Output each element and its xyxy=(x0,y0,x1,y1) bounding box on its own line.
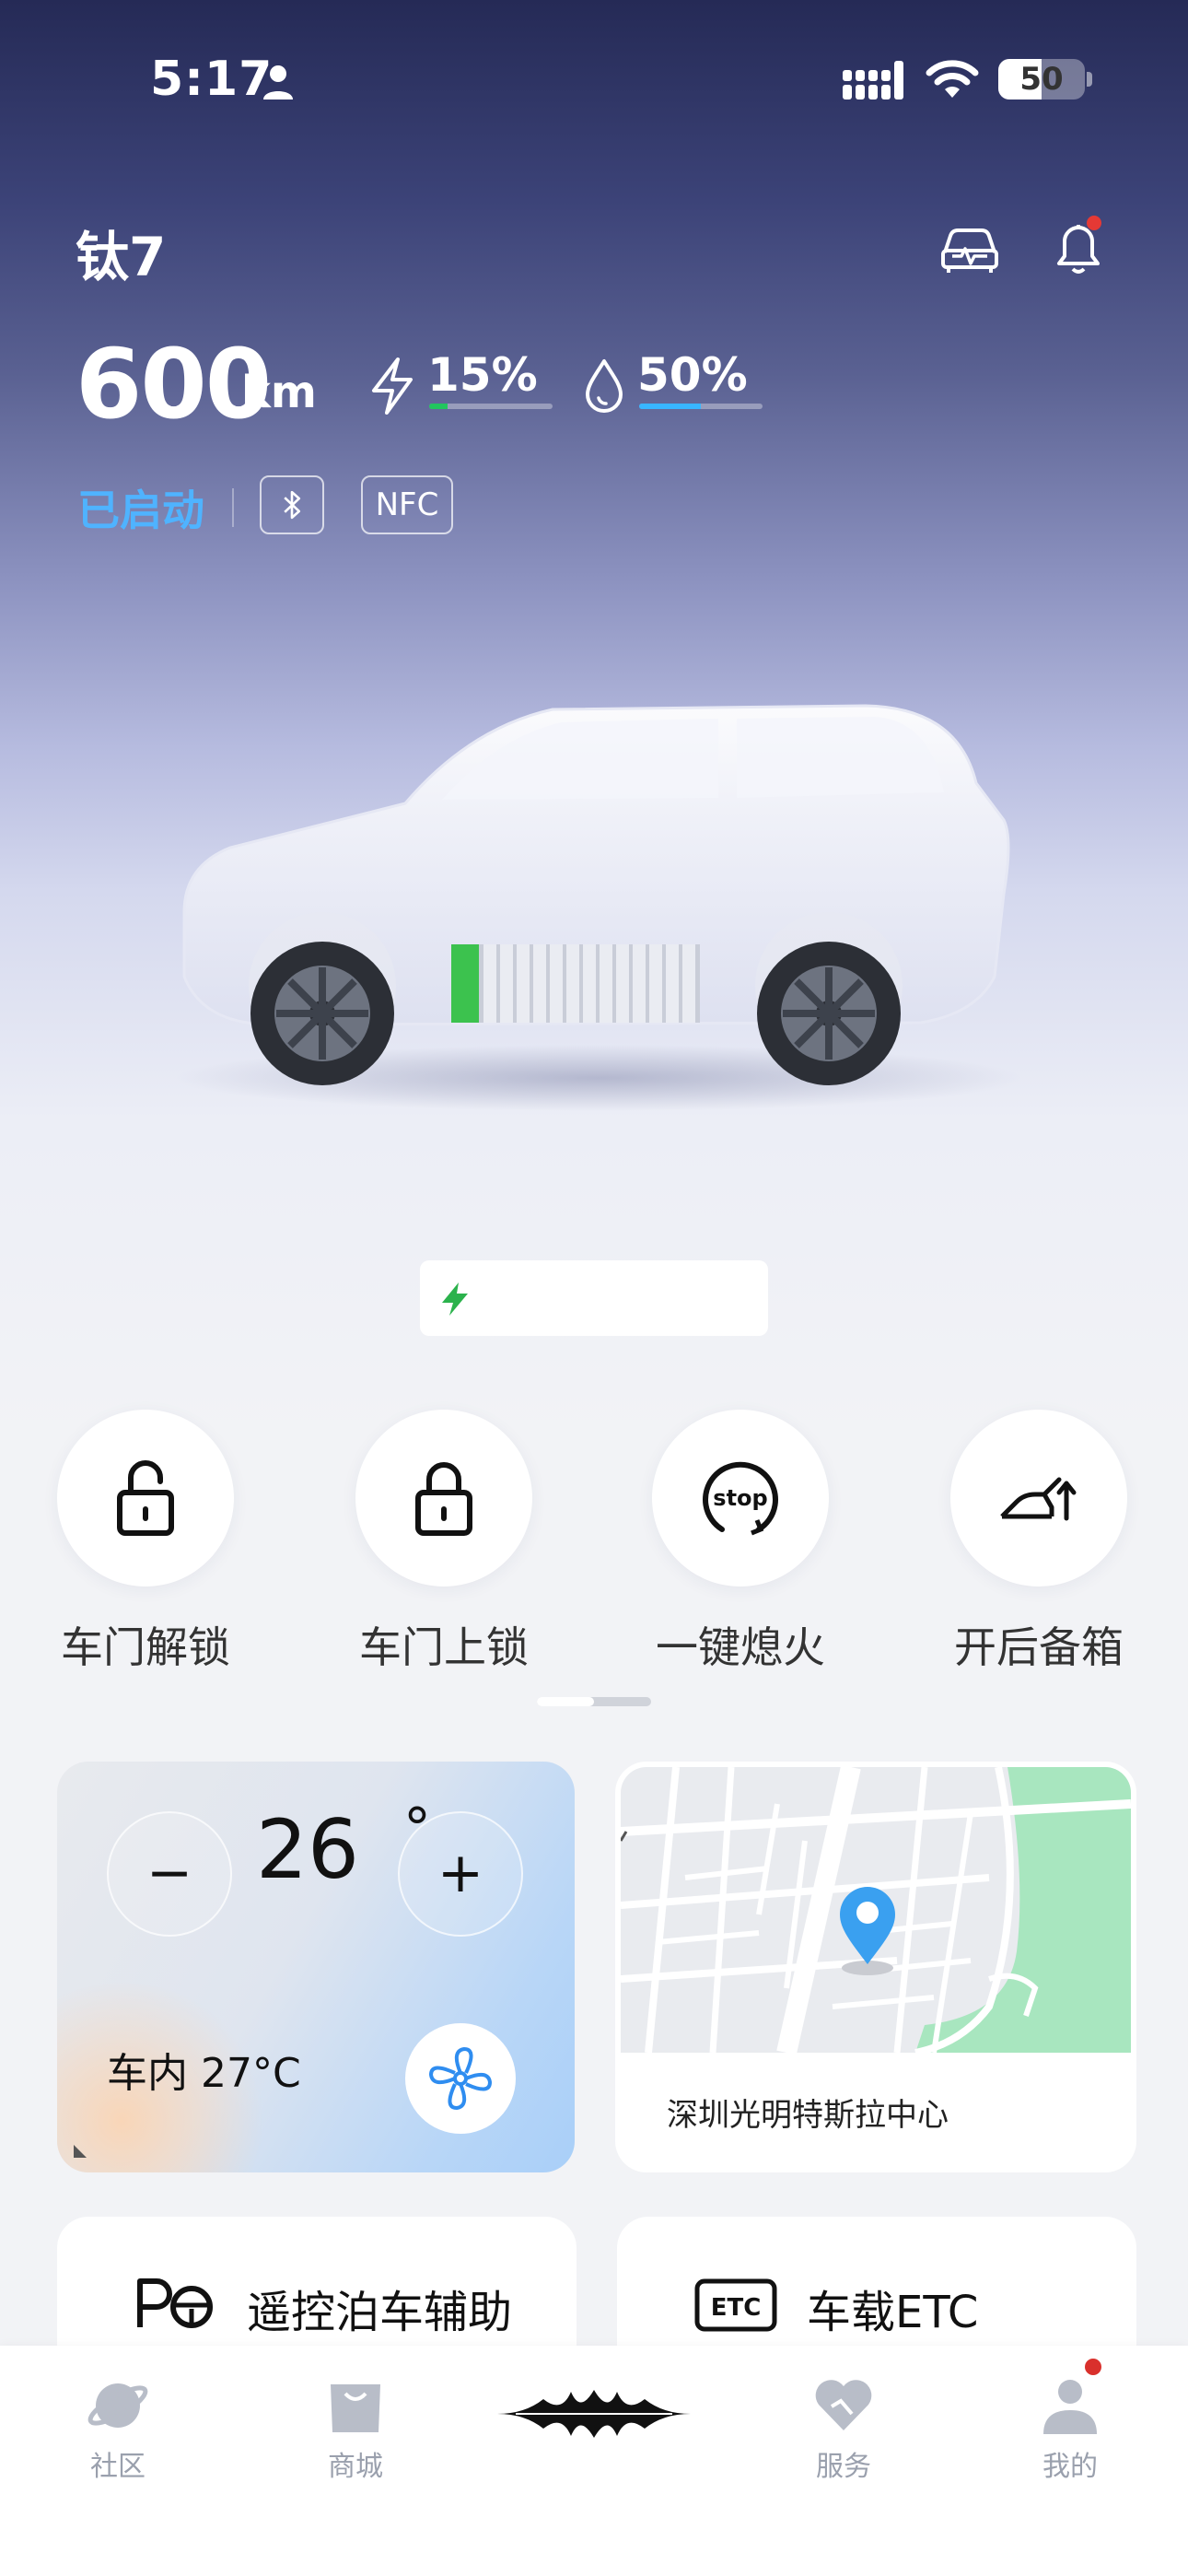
battery-icon: 50 xyxy=(998,59,1085,100)
lock-door-label: 车门上锁 xyxy=(359,1622,529,1672)
resize-corner-icon xyxy=(74,2145,87,2158)
trunk-icon xyxy=(1000,1477,1077,1521)
charge-status-pill[interactable] xyxy=(420,1260,768,1336)
bluetooth-icon xyxy=(284,490,301,520)
bluetooth-chip[interactable] xyxy=(260,475,324,534)
location-card[interactable]: 深圳光明特斯拉中心 xyxy=(615,1762,1136,2172)
page-indicator-active xyxy=(537,1697,594,1706)
target-temperature: 26 xyxy=(256,1802,359,1897)
stop-engine-button[interactable]: stop xyxy=(652,1410,829,1587)
status-time: 5:17 xyxy=(150,52,274,107)
front-wheel xyxy=(250,942,394,1085)
unlock-icon xyxy=(117,1460,174,1536)
status-divider xyxy=(232,488,234,527)
bolt-icon xyxy=(372,357,413,415)
car-diagnostics-icon[interactable] xyxy=(938,216,1002,280)
etc-icon: ETC xyxy=(694,2278,777,2332)
tab-community-label: 社区 xyxy=(90,2451,146,2483)
range-unit: km xyxy=(241,367,317,418)
etc-card[interactable]: ETC 车载ETC xyxy=(617,2217,1136,2364)
planet-icon xyxy=(87,2383,148,2428)
fan-icon xyxy=(429,2047,492,2110)
wifi-icon xyxy=(926,60,979,98)
droplet-icon xyxy=(586,359,623,413)
stop-engine-icon: stop xyxy=(703,1461,778,1536)
person-icon xyxy=(263,65,293,100)
etc-icon-text: ETC xyxy=(711,2294,762,2322)
profile-icon xyxy=(1043,2380,1097,2434)
signal-icon xyxy=(843,61,903,100)
car-illustration[interactable] xyxy=(166,682,1031,1115)
cabin-temperature: 车内 27°C xyxy=(107,2050,301,2097)
map-graphic xyxy=(621,1767,1131,2053)
tab-profile-label: 我的 xyxy=(1042,2451,1098,2483)
shopping-bag-icon xyxy=(331,2384,380,2432)
unlock-door-button[interactable] xyxy=(57,1410,234,1587)
notification-badge xyxy=(1087,216,1101,230)
climate-card[interactable]: − 26 ° + 车内 27°C xyxy=(57,1762,575,2172)
charge-bolt-icon xyxy=(442,1282,468,1316)
tab-community[interactable]: 社区 xyxy=(35,2373,201,2484)
nfc-chip[interactable]: NFC xyxy=(361,475,453,534)
battery-level-text: 50 xyxy=(1019,61,1064,98)
open-trunk-button[interactable] xyxy=(950,1410,1127,1587)
lock-door-button[interactable] xyxy=(355,1410,532,1587)
electric-level-fill xyxy=(429,404,448,409)
fan-button[interactable] xyxy=(405,2023,516,2134)
battery-tip xyxy=(1087,72,1092,87)
temp-increase-button[interactable]: + xyxy=(398,1811,523,1937)
stop-engine-label: 一键熄火 xyxy=(656,1622,825,1672)
bottom-tab-bar: 社区 商城 服务 我的 xyxy=(0,2346,1188,2576)
temp-decrease-button[interactable]: − xyxy=(107,1811,232,1937)
location-name: 深圳光明特斯拉中心 xyxy=(667,2097,949,2134)
fuel-level-bar xyxy=(639,404,763,409)
page-indicator xyxy=(537,1697,651,1706)
tab-shop-label: 商城 xyxy=(328,2451,383,2483)
stop-icon-text: stop xyxy=(713,1485,767,1511)
tab-service[interactable]: 服务 xyxy=(761,2373,926,2484)
engine-status-text: 已启动 xyxy=(77,486,204,535)
electric-level-bar xyxy=(429,404,553,409)
tab-service-label: 服务 xyxy=(816,2451,871,2483)
map-view[interactable] xyxy=(621,1767,1131,2053)
car-name[interactable]: 钛7 xyxy=(76,214,166,291)
tab-shop[interactable]: 商城 xyxy=(273,2373,438,2484)
unlock-door-label: 车门解锁 xyxy=(61,1622,230,1672)
electric-percent: 15% xyxy=(427,348,538,402)
rear-wheel xyxy=(757,942,901,1085)
fuel-level-fill xyxy=(639,404,701,409)
lock-icon xyxy=(415,1462,472,1536)
remote-parking-label: 遥控泊车辅助 xyxy=(247,2287,513,2338)
remote-parking-icon xyxy=(137,2278,213,2328)
brand-logo-icon[interactable] xyxy=(497,2386,691,2441)
profile-notification-badge xyxy=(1085,2359,1101,2375)
etc-label: 车载ETC xyxy=(807,2287,979,2338)
tab-profile[interactable]: 我的 xyxy=(987,2373,1153,2484)
open-trunk-label: 开后备箱 xyxy=(954,1622,1124,1672)
fuel-percent: 50% xyxy=(637,348,748,402)
remote-parking-card[interactable]: 遥控泊车辅助 xyxy=(57,2217,577,2364)
service-heart-icon xyxy=(815,2380,872,2430)
